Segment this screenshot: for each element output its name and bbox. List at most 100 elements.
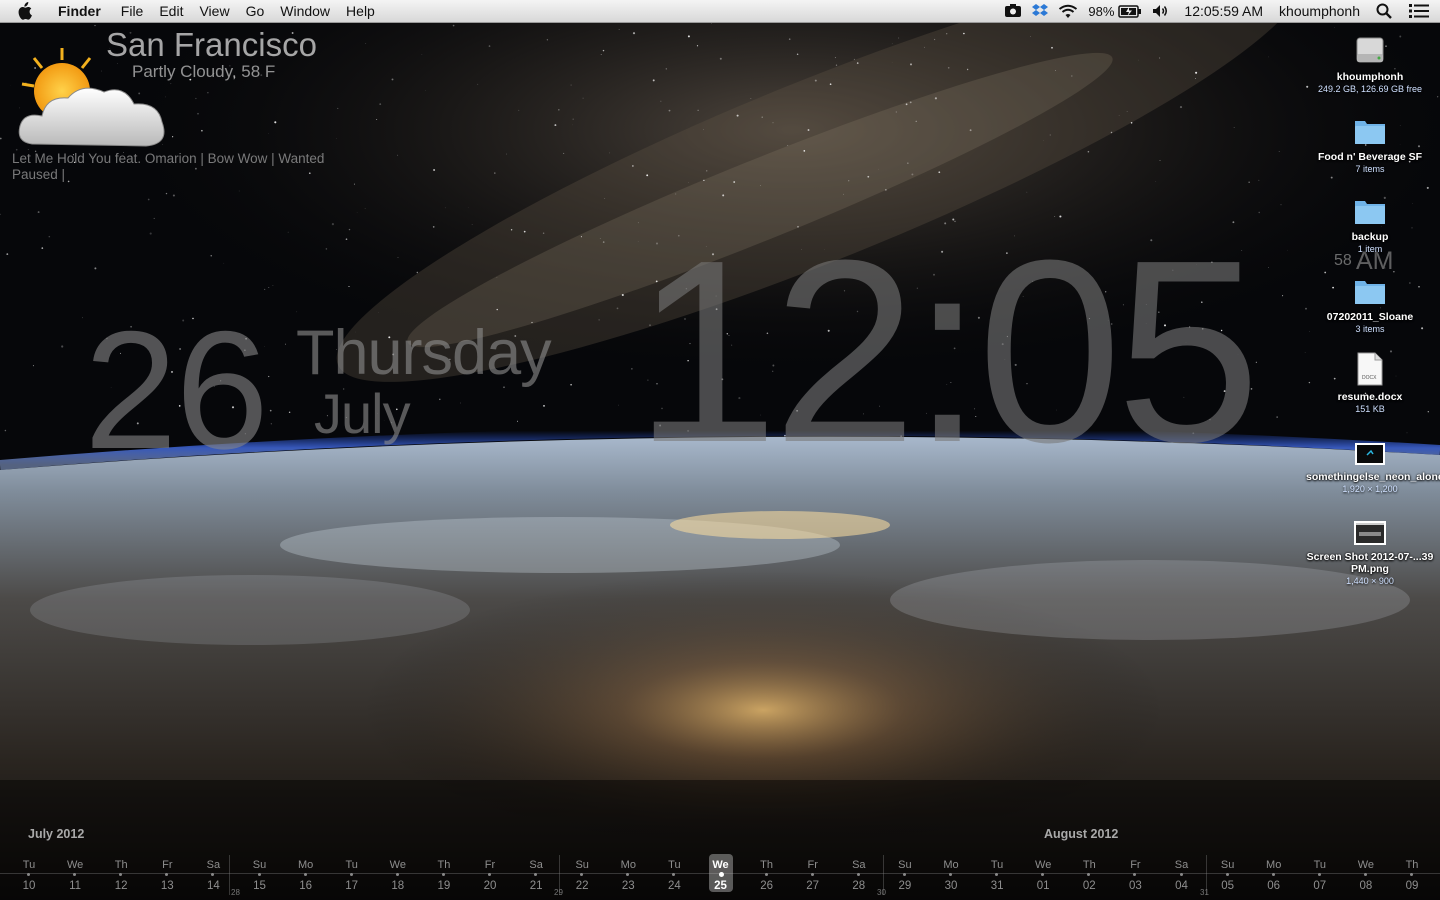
calendar-day-name: Fr <box>1130 859 1141 871</box>
calendar-day[interactable]: Fr 27 <box>793 858 833 893</box>
star <box>736 114 739 117</box>
calendar-day[interactable]: We 08 <box>1346 858 1386 893</box>
menu-window[interactable]: Window <box>272 0 338 22</box>
calendar-day[interactable]: Tu 31 <box>977 858 1017 893</box>
star <box>1030 36 1031 37</box>
calendar-day[interactable]: Tu 10 <box>9 858 49 893</box>
menu-edit[interactable]: Edit <box>151 0 191 22</box>
camera-icon[interactable] <box>1004 0 1022 22</box>
calendar-day[interactable]: Th 02 <box>1069 858 1109 893</box>
notification-list-icon[interactable] <box>1408 0 1430 22</box>
star <box>1118 115 1120 116</box>
calendar-day-today[interactable]: We 25 <box>708 854 733 892</box>
menu-app-finder[interactable]: Finder <box>50 0 109 22</box>
menu-help[interactable]: Help <box>338 0 383 22</box>
star <box>909 101 912 104</box>
star <box>153 217 155 219</box>
star <box>1159 57 1161 59</box>
star <box>1258 179 1260 181</box>
calendar-day-date: 30 <box>944 880 958 892</box>
star <box>397 154 399 156</box>
calendar-day[interactable]: Fr 20 <box>470 858 510 893</box>
desktop-item-resume-docx[interactable]: DOCX resume.docx 151 KB <box>1300 346 1440 415</box>
now-playing-widget[interactable]: Let Me Hold You feat. Omarion | Bow Wow … <box>12 151 324 183</box>
star <box>210 255 212 257</box>
star <box>421 54 423 55</box>
desktop-item-somethingelse-jpg[interactable]: somethingelse_neon_alone.jpg 1,920 × 1,2… <box>1300 426 1440 495</box>
star <box>1278 151 1280 153</box>
calendar-day[interactable]: Su 29 <box>885 858 925 893</box>
calendar-day[interactable]: Mo 30 <box>931 858 971 893</box>
desktop-item-label: Food n' Beverage SF <box>1317 151 1422 163</box>
star <box>416 271 418 274</box>
star <box>496 277 498 278</box>
weather-widget[interactable]: San Francisco Partly Cloudy, 58 F <box>12 26 352 147</box>
menu-clock[interactable]: 12:05:59 AM <box>1184 0 1263 22</box>
calendar-day-name: We <box>66 859 84 871</box>
desktop-item-food-n-beverage-sf[interactable]: Food n' Beverage SF 7 items <box>1300 106 1440 175</box>
menu-view[interactable]: View <box>191 0 237 22</box>
star <box>733 181 736 183</box>
star <box>834 57 836 59</box>
spotlight-search-icon[interactable] <box>1376 0 1392 22</box>
star <box>1126 111 1128 112</box>
calendar-day-date: 24 <box>667 880 681 892</box>
calendar-day[interactable]: Fr 13 <box>147 858 187 893</box>
calendar-day[interactable]: Tu 24 <box>654 858 694 893</box>
menu-go[interactable]: Go <box>238 0 273 22</box>
calendar-day-name: We <box>1357 859 1375 871</box>
calendar-day[interactable]: Th 26 <box>747 858 787 893</box>
now-playing-track: Let Me Hold You feat. Omarion | Bow Wow … <box>12 151 325 166</box>
calendar-day[interactable]: Su 05 <box>1208 858 1248 893</box>
wifi-icon[interactable] <box>1058 0 1078 22</box>
star <box>348 228 351 231</box>
star <box>934 97 937 100</box>
calendar-day[interactable]: Sa 14 <box>193 858 233 893</box>
desktop-item-backup[interactable]: backup 1 item <box>1300 186 1440 255</box>
calendar-day[interactable]: Tu 07 <box>1300 858 1340 893</box>
calendar-day-name: Sa <box>1174 859 1189 871</box>
calendar-day[interactable]: Sa 28 <box>839 858 879 893</box>
calendar-day[interactable]: Su 15 <box>240 858 280 893</box>
star <box>915 120 917 122</box>
calendar-day[interactable]: Sa 21 <box>516 858 556 893</box>
calendar-day[interactable]: Fr 03 <box>1115 858 1155 893</box>
calendar-day-date: 23 <box>621 880 635 892</box>
star <box>1258 211 1260 214</box>
calendar-day-date: 16 <box>299 880 312 892</box>
calendar-day-date: 14 <box>206 880 220 892</box>
calendar-day-date: 06 <box>1267 880 1281 892</box>
big-clock-time: 12:05 <box>634 207 1261 497</box>
desktop-item-info: 3 items <box>1355 324 1385 334</box>
calendar-day[interactable]: Mo 16 <box>286 858 326 893</box>
star <box>165 192 168 195</box>
calendar-day[interactable]: Tu 17 <box>332 858 372 893</box>
desktop-item-screen-shot-png[interactable]: Screen Shot 2012-07-...39 PM.png 1,440 ×… <box>1300 506 1440 587</box>
calendar-day[interactable]: Mo 23 <box>608 858 648 893</box>
star <box>1287 249 1288 251</box>
calendar-day[interactable]: We 18 <box>378 858 418 893</box>
calendar-day-name: We <box>712 859 729 871</box>
battery-icon[interactable] <box>1118 0 1142 22</box>
calendar-day[interactable]: We 11 <box>55 858 95 893</box>
date-day-number: 26 <box>84 296 269 484</box>
dropbox-icon[interactable] <box>1032 0 1049 22</box>
menu-file[interactable]: File <box>113 0 152 22</box>
calendar-day[interactable]: Su 22 <box>562 858 602 893</box>
desktop-item-khoumphonh[interactable]: khoumphonh 249.2 GB, 126.69 GB free <box>1300 26 1440 95</box>
calendar-day[interactable]: Sa 04 <box>1162 858 1202 893</box>
calendar-day[interactable]: Mo 06 <box>1254 858 1294 893</box>
calendar-day-date: 01 <box>1036 880 1050 892</box>
volume-icon[interactable] <box>1152 0 1170 22</box>
apple-menu-icon[interactable] <box>16 2 36 20</box>
calendar-day-dot <box>534 873 538 876</box>
calendar-day-date: 12 <box>114 880 128 892</box>
desktop-item-07202011-sloane[interactable]: 07202011_Sloane 3 items <box>1300 266 1440 335</box>
calendar-day-dot <box>902 873 906 876</box>
star <box>895 111 897 113</box>
fast-user-switch[interactable]: khoumphonh <box>1279 0 1360 22</box>
calendar-day[interactable]: Th 19 <box>424 858 464 893</box>
calendar-day[interactable]: Th 09 <box>1392 858 1432 893</box>
calendar-day[interactable]: Th 12 <box>101 858 141 893</box>
calendar-day[interactable]: We 01 <box>1023 858 1063 893</box>
